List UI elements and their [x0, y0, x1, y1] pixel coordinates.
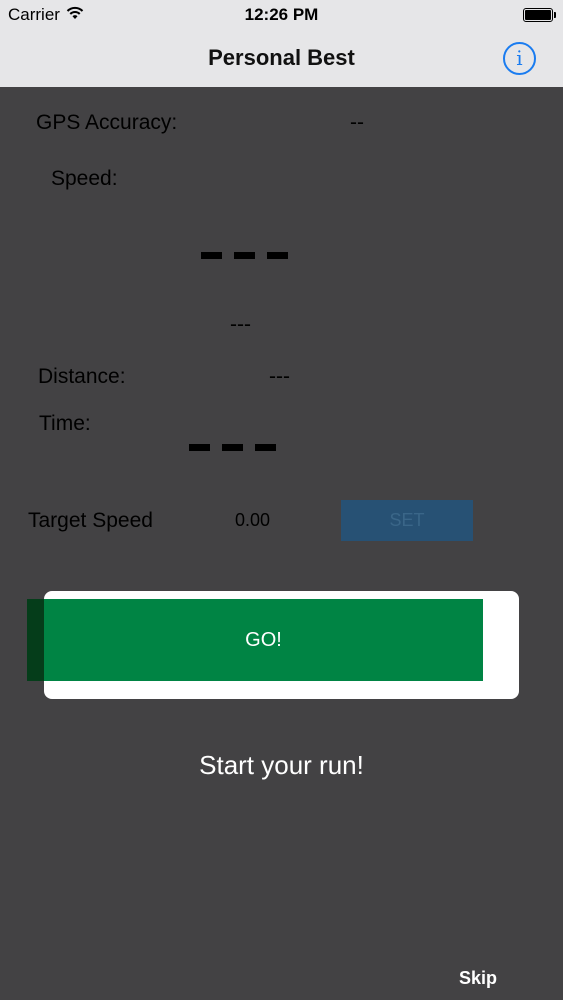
time-label: Time:: [39, 412, 91, 435]
clock: 12:26 PM: [244, 5, 319, 24]
skip-button[interactable]: Skip: [459, 968, 497, 989]
battery-icon: [523, 8, 556, 22]
set-button[interactable]: SET: [341, 500, 473, 541]
go-button-shadow: [27, 599, 45, 681]
gps-accuracy-value: --: [350, 111, 364, 134]
gps-accuracy-label: GPS Accuracy:: [36, 111, 178, 134]
status-bar: Carrier 12:26 PM: [0, 0, 563, 30]
target-speed-value: 0.00: [235, 510, 271, 530]
speed-label: Speed:: [51, 167, 118, 190]
go-button[interactable]: GO!: [44, 599, 483, 681]
navigation-bar: Personal Best i: [0, 30, 563, 87]
speed-value-placeholder: [201, 252, 288, 259]
target-speed-label: Target Speed: [28, 509, 153, 532]
distance-label: Distance:: [38, 365, 126, 388]
time-value-placeholder: [189, 444, 276, 451]
tutorial-tip: Start your run!: [199, 750, 364, 780]
page-title: Personal Best: [208, 45, 355, 70]
info-icon[interactable]: i: [503, 42, 536, 75]
distance-value: ---: [269, 365, 290, 388]
speed-unit-value: ---: [230, 313, 251, 336]
